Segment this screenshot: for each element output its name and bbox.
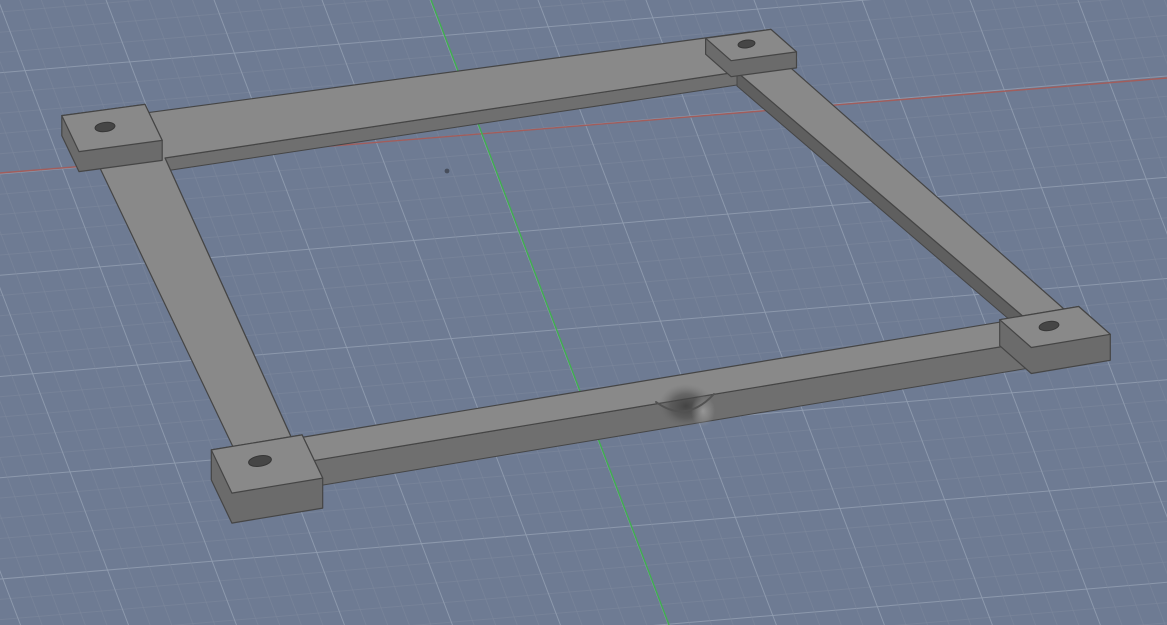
origin-vertex-dot	[444, 168, 450, 174]
cad-viewport[interactable]	[0, 0, 1167, 625]
corner-block-bottom-left	[210, 434, 324, 524]
viewport-canvas[interactable]	[0, 0, 1167, 625]
corner-block-top-left	[61, 103, 163, 173]
bottom-bar-notch-highlight	[691, 395, 715, 427]
